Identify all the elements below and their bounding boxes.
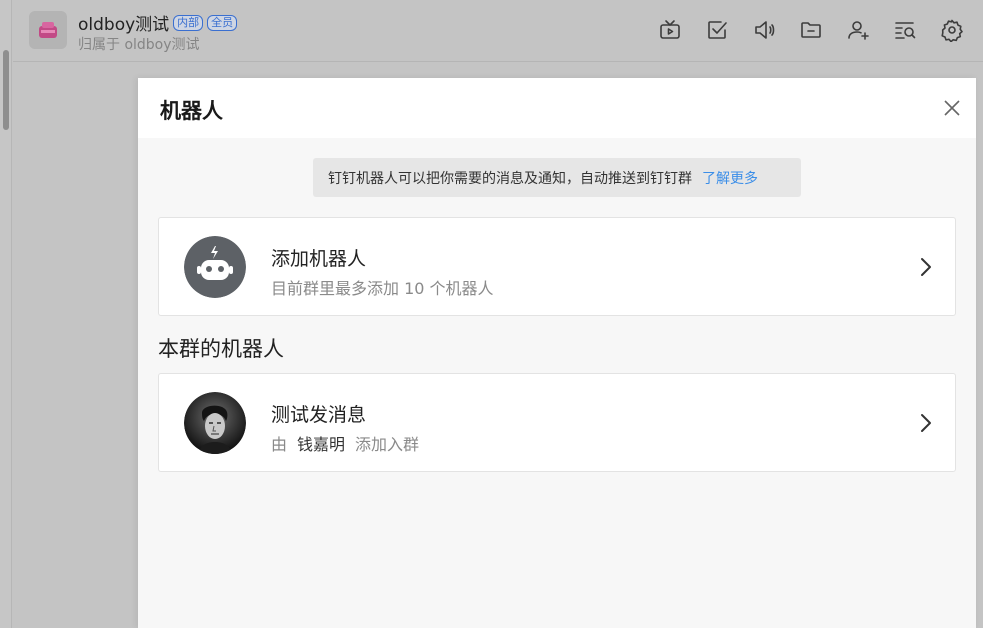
group-avatar[interactable]: [29, 11, 67, 49]
chevron-right-icon: [917, 255, 935, 279]
close-icon: [944, 100, 960, 116]
add-robot-title: 添加机器人: [271, 248, 367, 270]
robot-list-item[interactable]: 测试发消息 由钱嘉明 添加入群: [158, 373, 956, 472]
settings-button[interactable]: [939, 17, 965, 43]
added-by-suffix: 添加入群: [355, 435, 420, 454]
tv-icon: [660, 20, 680, 39]
search-history-icon: [895, 22, 916, 39]
folder-icon: [801, 22, 821, 38]
files-button[interactable]: [798, 17, 824, 43]
panel-title: 机器人: [160, 99, 223, 123]
header-toolbar: [657, 17, 965, 43]
app-window: oldboy测试 内部 全员 归属于 oldboy测试 机器人 钉钉机器人可以把…: [0, 0, 983, 628]
robot-notice: 钉钉机器人可以把你需要的消息及通知，自动推送到钉钉群 了解更多: [313, 158, 801, 197]
panel-header: 机器人: [138, 78, 976, 138]
announcement-icon: [755, 21, 775, 39]
robot-icon: [184, 236, 246, 298]
group-name[interactable]: oldboy测试: [78, 10, 169, 35]
add-member-icon: [848, 21, 869, 40]
chevron-right-icon: [917, 411, 935, 435]
close-button[interactable]: [942, 98, 962, 118]
add-member-button[interactable]: [845, 17, 871, 43]
checkbox-icon: [708, 21, 727, 39]
add-robot-card[interactable]: 添加机器人 目前群里最多添加 10 个机器人: [158, 217, 956, 316]
group-avatar-icon: [39, 22, 57, 38]
added-by-prefix: 由: [271, 435, 288, 454]
announcement-button[interactable]: [751, 17, 777, 43]
chat-header: oldboy测试 内部 全员 归属于 oldboy测试: [13, 0, 983, 62]
internal-badge: 内部: [173, 14, 204, 31]
group-name-row: oldboy测试 内部 全员: [78, 10, 238, 35]
added-by-user[interactable]: 钱嘉明: [297, 435, 345, 454]
robot-name: 测试发消息: [271, 404, 367, 426]
group-robots-section-title: 本群的机器人: [158, 337, 284, 361]
learn-more-link[interactable]: 了解更多: [702, 168, 758, 188]
scrollbar-thumb[interactable]: [3, 50, 9, 130]
live-button[interactable]: [657, 17, 683, 43]
left-sidebar-strip: [0, 0, 12, 628]
search-history-button[interactable]: [892, 17, 918, 43]
notice-text: 钉钉机器人可以把你需要的消息及通知，自动推送到钉钉群: [328, 170, 692, 187]
todo-button[interactable]: [704, 17, 730, 43]
robot-added-by: 由钱嘉明 添加入群: [271, 431, 419, 455]
robot-avatar: [184, 392, 246, 454]
group-owner-text: 归属于 oldboy测试: [78, 37, 200, 53]
all-members-badge: 全员: [207, 14, 238, 31]
robot-panel: 机器人 钉钉机器人可以把你需要的消息及通知，自动推送到钉钉群 了解更多 添加机器…: [138, 78, 976, 628]
settings-icon: [941, 19, 963, 42]
add-robot-limit-text: 目前群里最多添加 10 个机器人: [271, 279, 494, 298]
